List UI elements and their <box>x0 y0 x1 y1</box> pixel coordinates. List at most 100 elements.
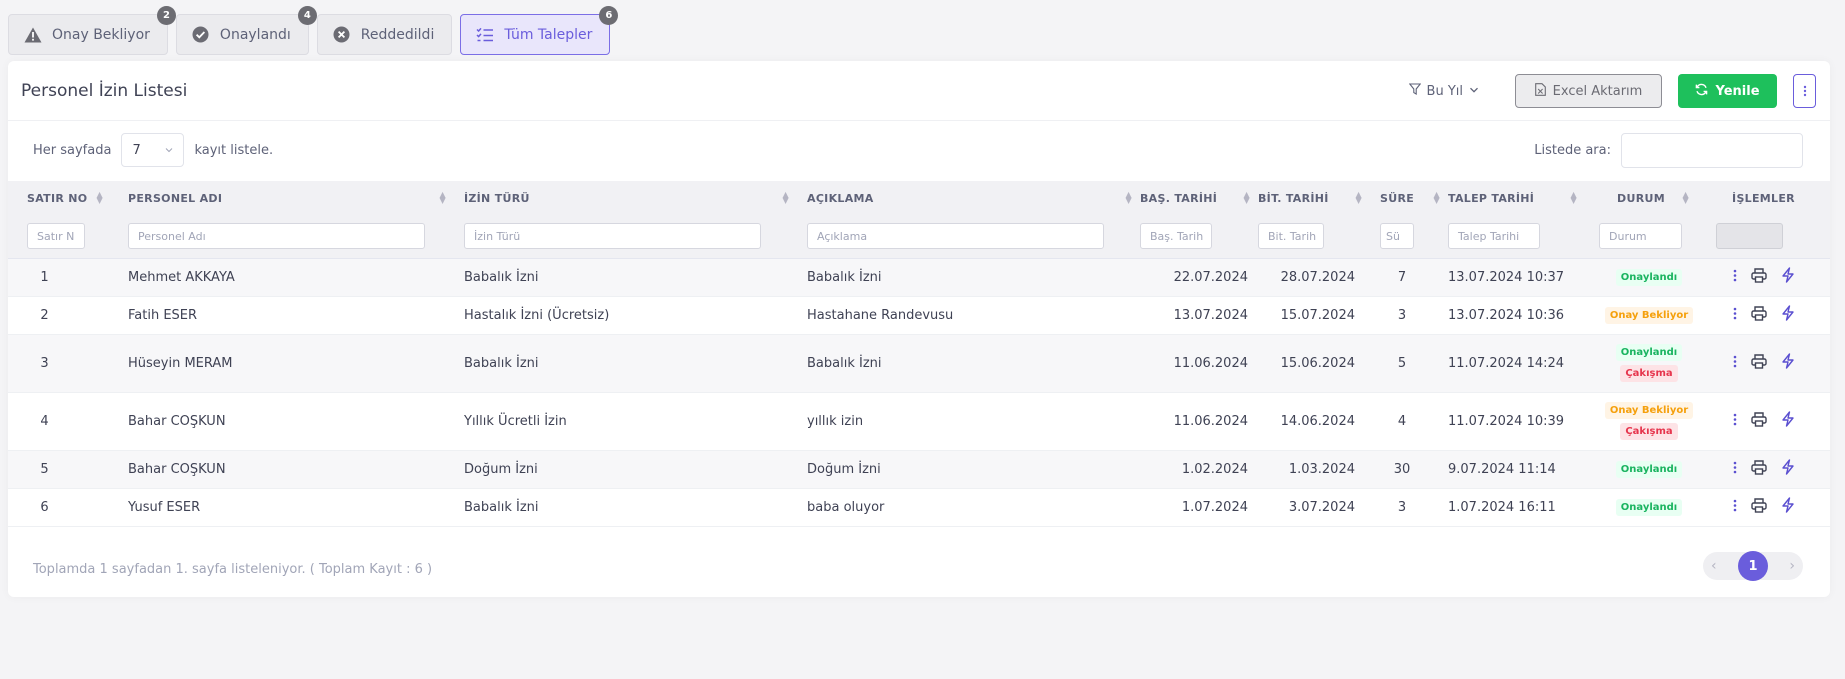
bolt-icon[interactable] <box>1781 353 1795 373</box>
cell-aciklama: baba oluyor <box>797 488 1140 527</box>
filter-durum[interactable]: Durum <box>1599 223 1682 250</box>
filter-sure[interactable]: Sü <box>1380 223 1414 250</box>
period-filter[interactable]: Bu Yıl <box>1408 83 1479 99</box>
col-aciklama[interactable]: AÇIKLAMA ▲ ▼ <box>797 181 1140 215</box>
prev-page-icon[interactable]: ‹ <box>1711 558 1717 574</box>
filter-clear-button[interactable] <box>1716 223 1783 250</box>
excel-export-button[interactable]: Excel Aktarım <box>1515 74 1662 108</box>
table-row: 3 Hüseyin MERAM Babalık İzni Babalık İzni 11… <box>8 334 1830 393</box>
col-talep-tarihi[interactable]: TALEP TARİHİ ▲ ▼ <box>1448 181 1585 215</box>
kebab-menu-icon[interactable] <box>1733 499 1737 516</box>
tab-label: Onaylandı <box>219 26 291 43</box>
col-sure[interactable]: SÜRE ▲ ▼ <box>1370 181 1448 215</box>
kebab-menu-icon[interactable] <box>1733 413 1737 430</box>
col-durum[interactable]: DURUM ▲ ▼ <box>1585 181 1697 215</box>
cell-personel-adi: Yusuf ESER <box>111 488 454 527</box>
more-options-button[interactable] <box>1793 74 1816 108</box>
filter-bit-tarihi[interactable]: Bit. Tarih <box>1258 223 1324 250</box>
print-icon[interactable] <box>1750 353 1767 373</box>
chevron-down-icon <box>165 143 173 158</box>
kebab-menu-icon[interactable] <box>1733 355 1737 372</box>
status-tabs: Onay Bekliyor 2 Onaylandı 4 Reddedildi T… <box>8 6 619 55</box>
per-page-suffix: kayıt listele. <box>194 142 274 158</box>
filter-aciklama[interactable]: Açıklama <box>807 223 1104 250</box>
cell-bas-tarihi: 11.06.2024 <box>1140 334 1258 393</box>
print-icon[interactable] <box>1750 305 1767 325</box>
count-badge: 4 <box>297 6 317 25</box>
per-page-value: 7 <box>132 142 141 158</box>
tab-label: Onay Bekliyor <box>52 26 150 43</box>
table-row: 6 Yusuf ESER Babalık İzni baba oluyor 1.07.2… <box>8 488 1830 527</box>
tab-onay-bekliyor[interactable]: Onay Bekliyor 2 <box>8 6 176 55</box>
filter-izin-turu[interactable]: İzin Türü <box>464 223 761 250</box>
print-icon[interactable] <box>1750 497 1767 517</box>
bolt-icon[interactable] <box>1781 305 1795 325</box>
table-row: 5 Bahar COŞKUN Doğum İzni Doğum İzni 1.02.20… <box>8 450 1830 489</box>
tab-onaylandi[interactable]: Onaylandı 4 <box>175 6 317 55</box>
refresh-icon <box>1695 83 1708 100</box>
cell-talep-tarihi: 13.07.2024 10:36 <box>1448 296 1585 335</box>
x-circle-icon <box>333 26 351 44</box>
filter-talep-tarihi[interactable]: Talep Tarihi <box>1448 223 1540 250</box>
col-bas-tarihi[interactable]: BAŞ. TARİHİ ▲ ▼ <box>1140 181 1258 215</box>
bolt-icon[interactable] <box>1781 267 1795 287</box>
sort-icon: ▲ ▼ <box>1355 190 1362 205</box>
cell-islemler <box>1697 450 1830 489</box>
table-toolbar: Her sayfada 7 kayıt listele. Listede ara… <box>8 121 1830 181</box>
filter-bas-tarihi[interactable]: Baş. Tarih <box>1140 223 1212 250</box>
bolt-icon[interactable] <box>1781 411 1795 431</box>
per-page-select[interactable]: 7 <box>121 133 185 167</box>
col-izin-turu[interactable]: İZİN TÜRÜ ▲ ▼ <box>454 181 797 215</box>
tab-tum-talepler[interactable]: Tüm Talepler 6 <box>460 6 619 55</box>
status-badge: Onaylandı <box>1615 268 1683 286</box>
filter-satir-no[interactable]: Satır N <box>27 223 85 250</box>
chevron-down-icon <box>1469 84 1479 99</box>
tab-reddedildi[interactable]: Reddedildi <box>316 14 453 55</box>
col-personel-adi[interactable]: PERSONEL ADI ▲ ▼ <box>111 181 454 215</box>
sort-icon: ▲ ▼ <box>439 190 446 205</box>
cell-islemler <box>1697 258 1830 297</box>
search-label: Listede ara: <box>1534 143 1611 158</box>
status-badge: Onay Bekliyor <box>1604 402 1694 419</box>
cell-izin-turu: Hastalık İzni (Ücretsiz) <box>454 296 797 335</box>
col-bit-tarihi[interactable]: BİT. TARİHİ ▲ ▼ <box>1258 181 1370 215</box>
kebab-menu-icon <box>1803 82 1807 101</box>
next-page-icon[interactable]: › <box>1789 558 1795 574</box>
filter-icon <box>1408 83 1421 99</box>
excel-export-label: Excel Aktarım <box>1552 83 1643 99</box>
filter-personel-adi[interactable]: Personel Adı <box>128 223 425 250</box>
kebab-menu-icon[interactable] <box>1733 307 1737 324</box>
bolt-icon[interactable] <box>1781 459 1795 479</box>
cell-satir-no: 5 <box>8 450 111 489</box>
page-button-current[interactable]: 1 <box>1738 551 1768 581</box>
refresh-button[interactable]: Yenile <box>1678 74 1777 108</box>
col-satir-no[interactable]: SATIR NO ▲ ▼ <box>8 181 111 215</box>
kebab-menu-icon[interactable] <box>1733 269 1737 286</box>
kebab-menu-icon[interactable] <box>1733 461 1737 478</box>
cell-aciklama: Babalık İzni <box>797 258 1140 297</box>
cell-bas-tarihi: 13.07.2024 <box>1140 296 1258 335</box>
pagination: ‹ 1 › <box>1703 551 1803 581</box>
status-badge: Onaylandı <box>1615 498 1683 516</box>
list-check-icon <box>476 26 494 44</box>
cell-islemler <box>1697 296 1830 335</box>
cell-durum: Onaylandı Çakışma <box>1585 334 1697 393</box>
cell-personel-adi: Hüseyin MERAM <box>111 334 454 393</box>
status-badge: Onaylandı <box>1615 460 1683 478</box>
cell-izin-turu: Babalık İzni <box>454 258 797 297</box>
print-icon[interactable] <box>1750 267 1767 287</box>
bolt-icon[interactable] <box>1781 497 1795 517</box>
print-icon[interactable] <box>1750 459 1767 479</box>
count-badge: 2 <box>156 6 176 25</box>
sort-icon: ▲ ▼ <box>782 190 789 205</box>
cell-talep-tarihi: 11.07.2024 10:39 <box>1448 392 1585 451</box>
table-row: 4 Bahar COŞKUN Yıllık Ücretli İzin yıllık i… <box>8 392 1830 451</box>
cell-sure: 7 <box>1370 258 1448 297</box>
print-icon[interactable] <box>1750 411 1767 431</box>
cell-aciklama: Babalık İzni <box>797 334 1140 393</box>
status-badge: Çakışma <box>1620 423 1678 440</box>
search-input[interactable] <box>1621 133 1803 168</box>
cell-durum: Onay Bekliyor Çakışma <box>1585 392 1697 451</box>
sort-icon: ▲ ▼ <box>1125 190 1132 205</box>
cell-sure: 30 <box>1370 450 1448 489</box>
